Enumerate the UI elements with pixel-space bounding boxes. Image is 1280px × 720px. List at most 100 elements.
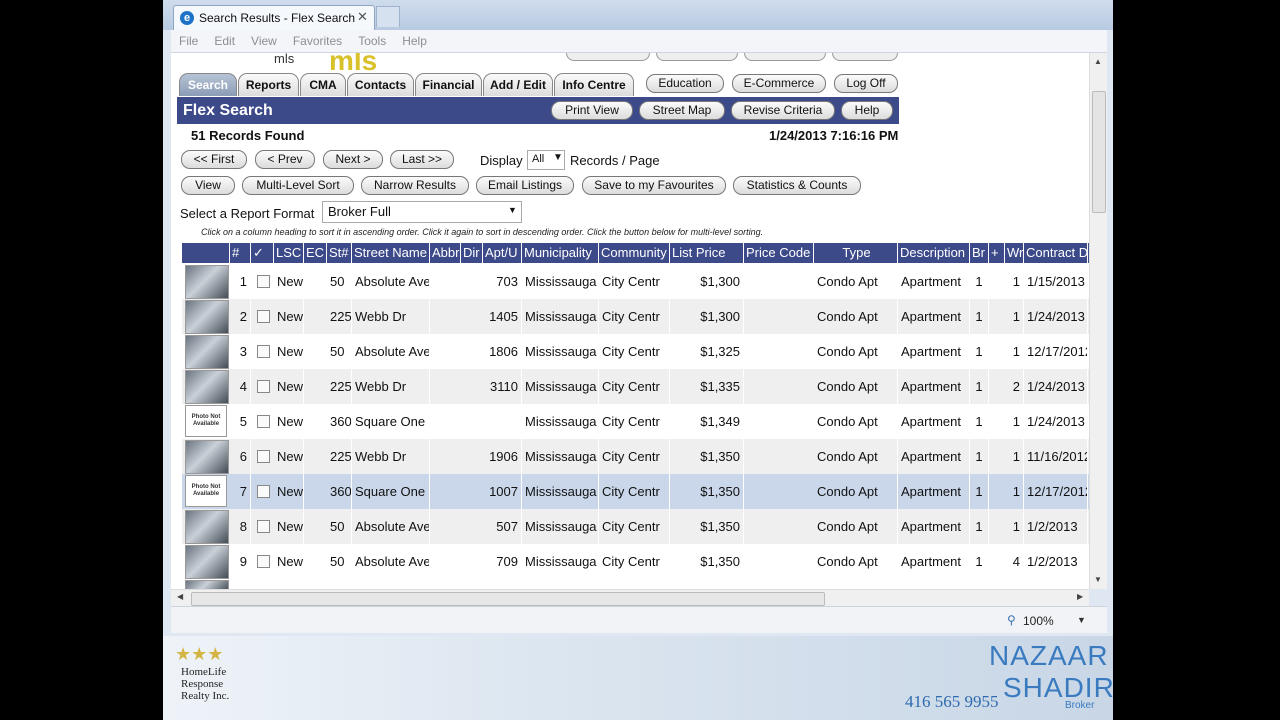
menu-favorites[interactable]: Favorites (293, 34, 342, 48)
vertical-scrollbar[interactable]: ▲ ▼ (1089, 53, 1107, 589)
listing-photo[interactable] (185, 510, 229, 544)
listing-photo[interactable] (185, 440, 229, 474)
column-header-ec[interactable]: EC (304, 243, 327, 263)
tab-add-edit[interactable]: Add / Edit (483, 73, 553, 96)
cell-street[interactable]: Webb Dr (352, 439, 430, 474)
menu-edit[interactable]: Edit (214, 34, 235, 48)
column-header-br[interactable]: Br (970, 243, 989, 263)
table-row[interactable]: Photo Not Available7 New 360Square One Dr 1… (182, 474, 1089, 509)
report-format-select[interactable]: Broker Full ▼ (322, 201, 522, 223)
row-checkbox[interactable] (257, 380, 270, 393)
row-checkbox[interactable] (257, 485, 270, 498)
table-row[interactable]: 3 New 50 Absolute Ave 1806 Mississauga City Ce… (182, 334, 1089, 369)
listing-photo[interactable] (185, 545, 229, 579)
cell-street[interactable]: Absolute Ave (352, 509, 430, 544)
column-header-dir[interactable]: Dir (461, 243, 483, 263)
prev-page-button[interactable]: < Prev (255, 150, 315, 169)
tab-close-icon[interactable]: ✕ (357, 9, 368, 25)
column-header-plus[interactable]: + (989, 243, 1005, 263)
zoom-level[interactable]: 100% (1023, 614, 1054, 628)
log-off-button[interactable]: Log Off (834, 74, 898, 93)
horizontal-scrollbar[interactable]: ◀ ▶ (171, 589, 1089, 607)
column-header-lsc[interactable]: LSC (274, 243, 304, 263)
listing-photo[interactable] (185, 580, 229, 589)
email-listings-button[interactable]: Email Listings (476, 176, 574, 195)
listing-photo[interactable] (185, 370, 229, 404)
column-header-num[interactable]: # (230, 243, 251, 263)
table-row[interactable] (182, 579, 1089, 589)
tab-info-centre[interactable]: Info Centre (554, 73, 634, 96)
menu-file[interactable]: File (179, 34, 198, 48)
last-page-button[interactable]: Last >> (390, 150, 454, 169)
row-checkbox[interactable] (257, 345, 270, 358)
save-favourites-button[interactable]: Save to my Favourites (582, 176, 726, 195)
revise-criteria-button[interactable]: Revise Criteria (731, 101, 835, 120)
cell-street[interactable]: Absolute Ave (352, 544, 430, 579)
column-header-wr[interactable]: Wr (1005, 243, 1024, 263)
column-header-price-code[interactable]: Price Code (744, 243, 814, 263)
cell-street[interactable]: Square One Dr (352, 404, 430, 439)
listing-photo[interactable] (185, 300, 229, 334)
table-row[interactable]: 9 New 50 Absolute Ave 709 Mississauga City Cen… (182, 544, 1089, 579)
column-header-list-price[interactable]: List Price (670, 243, 744, 263)
scroll-down-icon[interactable]: ▼ (1094, 575, 1102, 584)
narrow-results-button[interactable]: Narrow Results (361, 176, 469, 195)
column-header-contract-date[interactable]: Contract D (1024, 243, 1088, 263)
next-page-button[interactable]: Next > (323, 150, 383, 169)
tab-contacts[interactable]: Contacts (347, 73, 414, 96)
vertical-scroll-thumb[interactable] (1092, 91, 1106, 213)
top-link-button[interactable] (832, 53, 898, 61)
tab-cma[interactable]: CMA (300, 73, 346, 96)
street-map-button[interactable]: Street Map (639, 101, 725, 120)
chevron-down-icon[interactable]: ▼ (1077, 615, 1086, 625)
photo-not-available[interactable]: Photo Not Available (185, 405, 227, 437)
tab-reports[interactable]: Reports (238, 73, 299, 96)
column-header-check[interactable]: ✓ (251, 243, 274, 263)
view-button[interactable]: View (181, 176, 235, 195)
row-checkbox[interactable] (257, 520, 270, 533)
column-header-community[interactable]: Community (599, 243, 670, 263)
display-count-select[interactable]: All ▼ (527, 150, 565, 170)
menu-view[interactable]: View (251, 34, 277, 48)
row-checkbox[interactable] (257, 415, 270, 428)
column-header-abbr[interactable]: Abbr (430, 243, 461, 263)
tab-search[interactable]: Search (179, 73, 237, 96)
listing-photo[interactable] (185, 265, 229, 299)
top-link-button[interactable] (656, 53, 738, 61)
table-row[interactable]: Photo Not Available5 New 360Square One Dr M… (182, 404, 1089, 439)
column-header-municipality[interactable]: Municipality (522, 243, 599, 263)
row-checkbox[interactable] (257, 275, 270, 288)
cell-street[interactable]: Square One Dr (352, 474, 430, 509)
menu-help[interactable]: Help (402, 34, 427, 48)
first-page-button[interactable]: << First (181, 150, 247, 169)
column-header-photo[interactable] (182, 243, 230, 263)
education-button[interactable]: Education (646, 74, 724, 93)
menu-tools[interactable]: Tools (358, 34, 386, 48)
browser-tab[interactable]: e Search Results - Flex Search ✕ (173, 5, 375, 31)
ecommerce-button[interactable]: E-Commerce (732, 74, 826, 93)
column-header-type[interactable]: Type (814, 243, 898, 263)
column-header-street[interactable]: Street Name (352, 243, 430, 263)
multi-level-sort-button[interactable]: Multi-Level Sort (242, 176, 354, 195)
tab-financial[interactable]: Financial (415, 73, 482, 96)
table-row[interactable]: 8 New 50 Absolute Ave 507 Mississauga City Cen… (182, 509, 1089, 544)
print-view-button[interactable]: Print View (551, 101, 633, 120)
statistics-counts-button[interactable]: Statistics & Counts (733, 176, 861, 195)
scroll-right-icon[interactable]: ▶ (1077, 592, 1083, 601)
row-checkbox[interactable] (257, 555, 270, 568)
new-tab-button[interactable] (376, 6, 400, 27)
row-checkbox[interactable] (257, 450, 270, 463)
cell-street[interactable]: Absolute Ave (352, 264, 430, 299)
horizontal-scroll-thumb[interactable] (191, 592, 825, 606)
cell-street[interactable]: Webb Dr (352, 299, 430, 334)
table-row[interactable]: 4 New 225 Webb Dr 3110 Mississauga City Centr $… (182, 369, 1089, 404)
cell-street[interactable]: Absolute Ave (352, 334, 430, 369)
top-link-button[interactable] (744, 53, 826, 61)
table-row[interactable]: 1 New 50 Absolute Ave 703 Mississauga City Cen… (182, 264, 1089, 299)
table-row[interactable]: 6 New 225 Webb Dr 1906 Mississauga City Centr $… (182, 439, 1089, 474)
scroll-up-icon[interactable]: ▲ (1094, 57, 1102, 66)
column-header-description[interactable]: Description (898, 243, 970, 263)
scroll-left-icon[interactable]: ◀ (177, 592, 183, 601)
row-checkbox[interactable] (257, 310, 270, 323)
help-button[interactable]: Help (841, 101, 893, 120)
